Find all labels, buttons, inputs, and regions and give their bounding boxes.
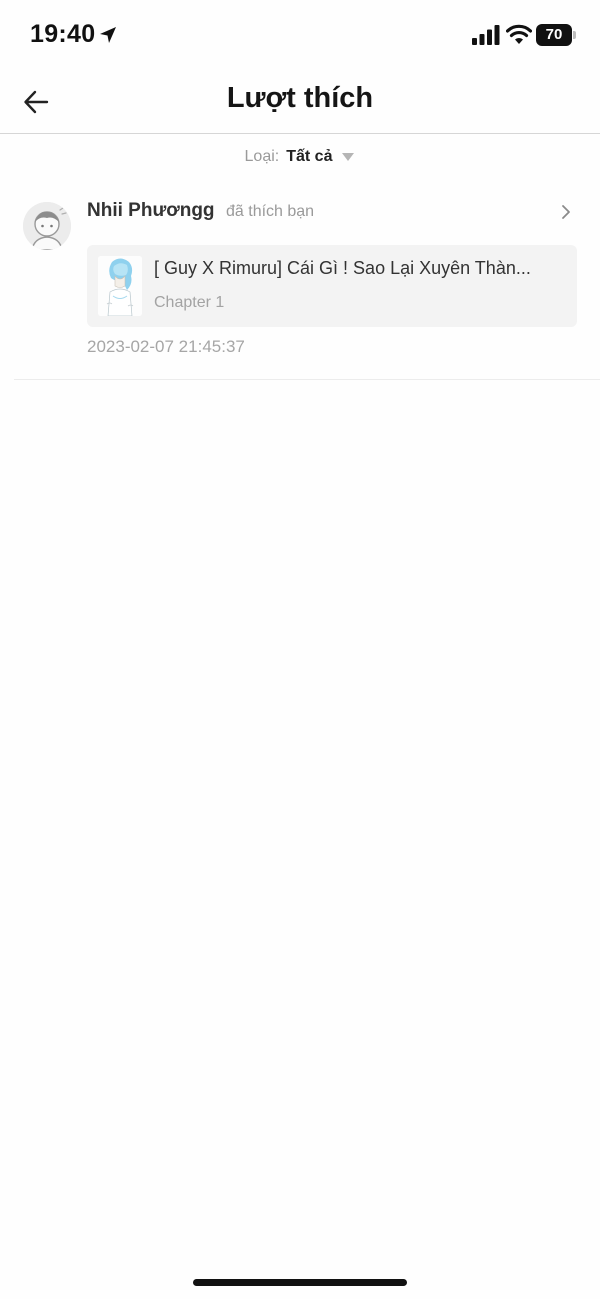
nav-bar: Lượt thích: [0, 70, 600, 134]
action-text: đã thích bạn: [226, 203, 315, 220]
default-avatar-icon: [23, 202, 71, 250]
notification-item[interactable]: Nhii Phươngg đã thích bạn [ Guy X Rimuru…: [14, 188, 600, 380]
story-card[interactable]: [ Guy X Rimuru] Cái Gì ! Sao Lại Xuyên T…: [87, 245, 577, 327]
timestamp: 2023-02-07 21:45:37: [87, 337, 245, 356]
story-chapter: Chapter 1: [154, 294, 225, 311]
battery-level: 70: [536, 24, 572, 46]
type-filter-dropdown[interactable]: Loại: Tất cả: [245, 148, 356, 166]
battery-cap: [573, 31, 576, 39]
battery-icon: 70: [536, 24, 576, 46]
filter-row: Loại: Tất cả: [0, 148, 600, 174]
story-cover-image: [98, 256, 142, 316]
location-arrow-icon: [100, 27, 116, 43]
home-indicator[interactable]: [193, 1279, 407, 1286]
anime-character-illustration: [98, 256, 142, 316]
status-bar: 19:40 70: [0, 0, 600, 70]
avatar[interactable]: [23, 202, 71, 250]
status-time: 19:40: [30, 20, 96, 48]
wifi-icon: [506, 24, 532, 44]
caret-down-icon: [342, 153, 355, 161]
chevron-right-icon[interactable]: [560, 204, 572, 220]
story-title: [ Guy X Rimuru] Cái Gì ! Sao Lại Xuyên T…: [154, 258, 531, 278]
cellular-signal-icon: [472, 25, 500, 45]
user-name[interactable]: Nhii Phươngg: [87, 200, 215, 222]
filter-value: Tất cả: [286, 148, 333, 165]
filter-label: Loại:: [244, 148, 280, 165]
page-title: Lượt thích: [226, 82, 374, 114]
